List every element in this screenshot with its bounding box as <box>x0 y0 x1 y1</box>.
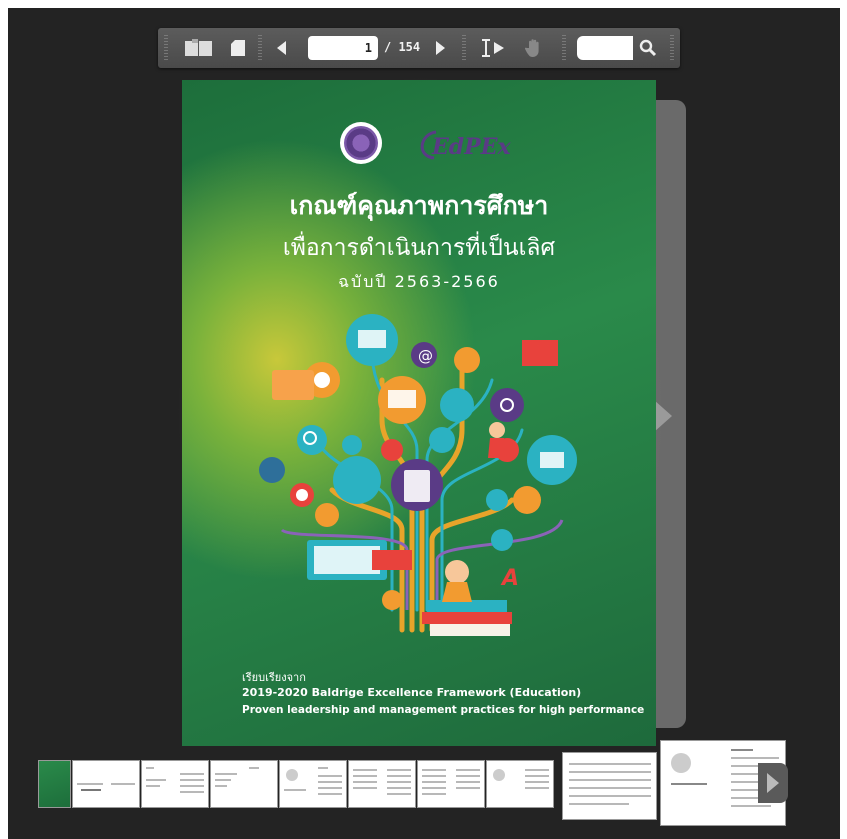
search-icon[interactable] <box>636 36 660 60</box>
thumbnail-strip <box>38 740 798 836</box>
source-title: 2019-2020 Baldrige Excellence Framework … <box>242 686 582 699</box>
next-page-icon[interactable] <box>430 36 450 60</box>
flipbook-viewer: / 154 EdPEx เกณฑ์คุณภาพการศึกษ <box>8 8 840 839</box>
university-seal-logo <box>340 122 382 164</box>
prev-page-icon[interactable] <box>272 36 292 60</box>
thumbnail-next-arrow-icon <box>767 773 779 793</box>
edpex-logo: EdPEx <box>414 128 514 162</box>
compiled-from-label: เรียบเรียงจาก <box>242 671 306 684</box>
thumbnail-next-button[interactable] <box>758 763 788 803</box>
cover-edition: ฉบับปี 2563-2566 <box>338 272 500 291</box>
page-number-input[interactable] <box>308 36 378 60</box>
svg-text:@: @ <box>418 347 433 365</box>
thumbnail-page[interactable] <box>279 760 347 808</box>
thumbnail-page[interactable] <box>562 752 657 820</box>
double-page-icon[interactable] <box>182 36 216 60</box>
thumbnail-page[interactable] <box>141 760 209 808</box>
thumbnail-page[interactable] <box>348 760 416 808</box>
search-input[interactable] <box>577 36 633 60</box>
thumbnail-page[interactable] <box>72 760 140 808</box>
toolbar-grip <box>164 35 168 61</box>
cover-title-line2: เพื่อการดำเนินการที่เป็นเลิศ <box>282 235 556 261</box>
toolbar-grip <box>670 35 674 61</box>
toolbar-grip <box>462 35 466 61</box>
single-page-icon[interactable] <box>228 36 248 60</box>
page-total-label: / 154 <box>384 40 421 54</box>
thumbnail-page[interactable] <box>417 760 485 808</box>
toolbar-grip <box>562 35 566 61</box>
book-cover-page[interactable]: EdPEx เกณฑ์คุณภาพการศึกษา เพื่อการดำเนิน… <box>182 80 656 746</box>
cover-title-line1: เกณฑ์คุณภาพการศึกษา <box>289 191 549 220</box>
education-tree-illustration: @ A <box>259 314 577 636</box>
toolbar-grip <box>258 35 262 61</box>
text-select-icon[interactable] <box>480 36 506 60</box>
svg-text:A: A <box>500 566 519 591</box>
source-subtitle: Proven leadership and management practic… <box>242 704 645 716</box>
edpex-logo-text: EdPEx <box>431 134 511 160</box>
thumbnail-page[interactable] <box>210 760 278 808</box>
viewer-toolbar: / 154 <box>158 28 680 68</box>
thumbnail-page[interactable] <box>38 760 71 808</box>
thumbnail-page[interactable] <box>486 760 554 808</box>
hand-tool-icon[interactable] <box>522 36 546 60</box>
